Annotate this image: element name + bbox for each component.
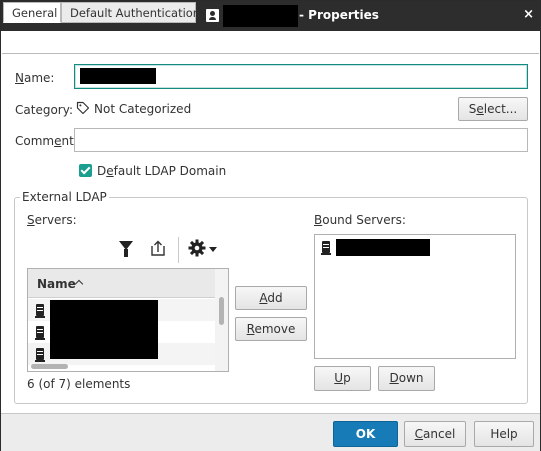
remove-button[interactable]: Remove xyxy=(235,317,307,341)
tab-divider xyxy=(2,53,539,54)
help-button[interactable]: Help xyxy=(474,421,534,447)
table-row[interactable] xyxy=(28,299,215,321)
name-field[interactable] xyxy=(74,64,528,89)
server-name-redacted xyxy=(50,321,158,343)
bound-servers-list[interactable] xyxy=(314,234,516,359)
servers-table[interactable]: Name xyxy=(27,268,229,372)
category-value: Not Categorized xyxy=(94,102,192,116)
element-count: 6 (of 7) elements xyxy=(27,377,131,391)
table-header[interactable]: Name xyxy=(28,269,215,298)
vertical-scroll-thumb[interactable] xyxy=(219,297,224,325)
select-category-button[interactable]: Select... xyxy=(458,97,528,121)
server-icon xyxy=(35,348,45,362)
column-header-name[interactable]: Name xyxy=(37,277,76,291)
filter-icon-stem xyxy=(124,249,128,257)
default-ldap-label[interactable]: Default LDAP Domain xyxy=(97,164,226,178)
external-ldap-legend: External LDAP xyxy=(20,190,109,204)
properties-dialog: - Properties × General Default Authentic… xyxy=(0,0,541,451)
sort-ascending-icon xyxy=(74,279,84,289)
export-icon[interactable] xyxy=(149,240,167,257)
table-row[interactable] xyxy=(28,321,215,343)
title-redacted-name xyxy=(223,5,298,27)
user-icon xyxy=(206,9,219,22)
ok-button[interactable]: OK xyxy=(333,421,398,447)
servers-label: Servers: xyxy=(27,213,77,227)
list-item[interactable] xyxy=(315,237,515,257)
window-title: - Properties xyxy=(299,8,379,22)
comment-label: Comment: xyxy=(15,134,78,148)
cancel-button[interactable]: Cancel xyxy=(404,421,466,447)
server-icon xyxy=(35,304,45,318)
horizontal-scroll-thumb[interactable] xyxy=(31,364,68,369)
default-ldap-checkbox[interactable] xyxy=(79,164,92,177)
add-button[interactable]: Add xyxy=(235,286,307,310)
toolbar-separator xyxy=(178,237,179,263)
server-name-redacted xyxy=(50,300,158,321)
server-name-redacted xyxy=(50,343,158,359)
tag-icon xyxy=(76,101,90,115)
comment-field[interactable] xyxy=(74,128,528,152)
up-button[interactable]: Up xyxy=(314,366,371,391)
down-button[interactable]: Down xyxy=(378,366,435,391)
name-value-redacted xyxy=(80,68,156,84)
tab-default-authentication[interactable]: Default Authentication xyxy=(61,2,200,23)
bound-servers-label: Bound Servers: xyxy=(314,213,406,227)
tab-general[interactable]: General xyxy=(3,2,61,23)
server-icon xyxy=(35,326,45,340)
bound-server-name-redacted xyxy=(336,239,430,256)
vertical-scrollbar[interactable] xyxy=(215,269,228,371)
gear-icon[interactable] xyxy=(188,239,206,257)
close-icon[interactable]: × xyxy=(523,7,534,22)
table-row[interactable] xyxy=(28,343,215,365)
server-icon xyxy=(321,241,331,255)
name-label: Name: xyxy=(15,71,55,85)
chevron-down-icon[interactable] xyxy=(209,247,217,252)
category-label: Category: xyxy=(15,103,73,117)
